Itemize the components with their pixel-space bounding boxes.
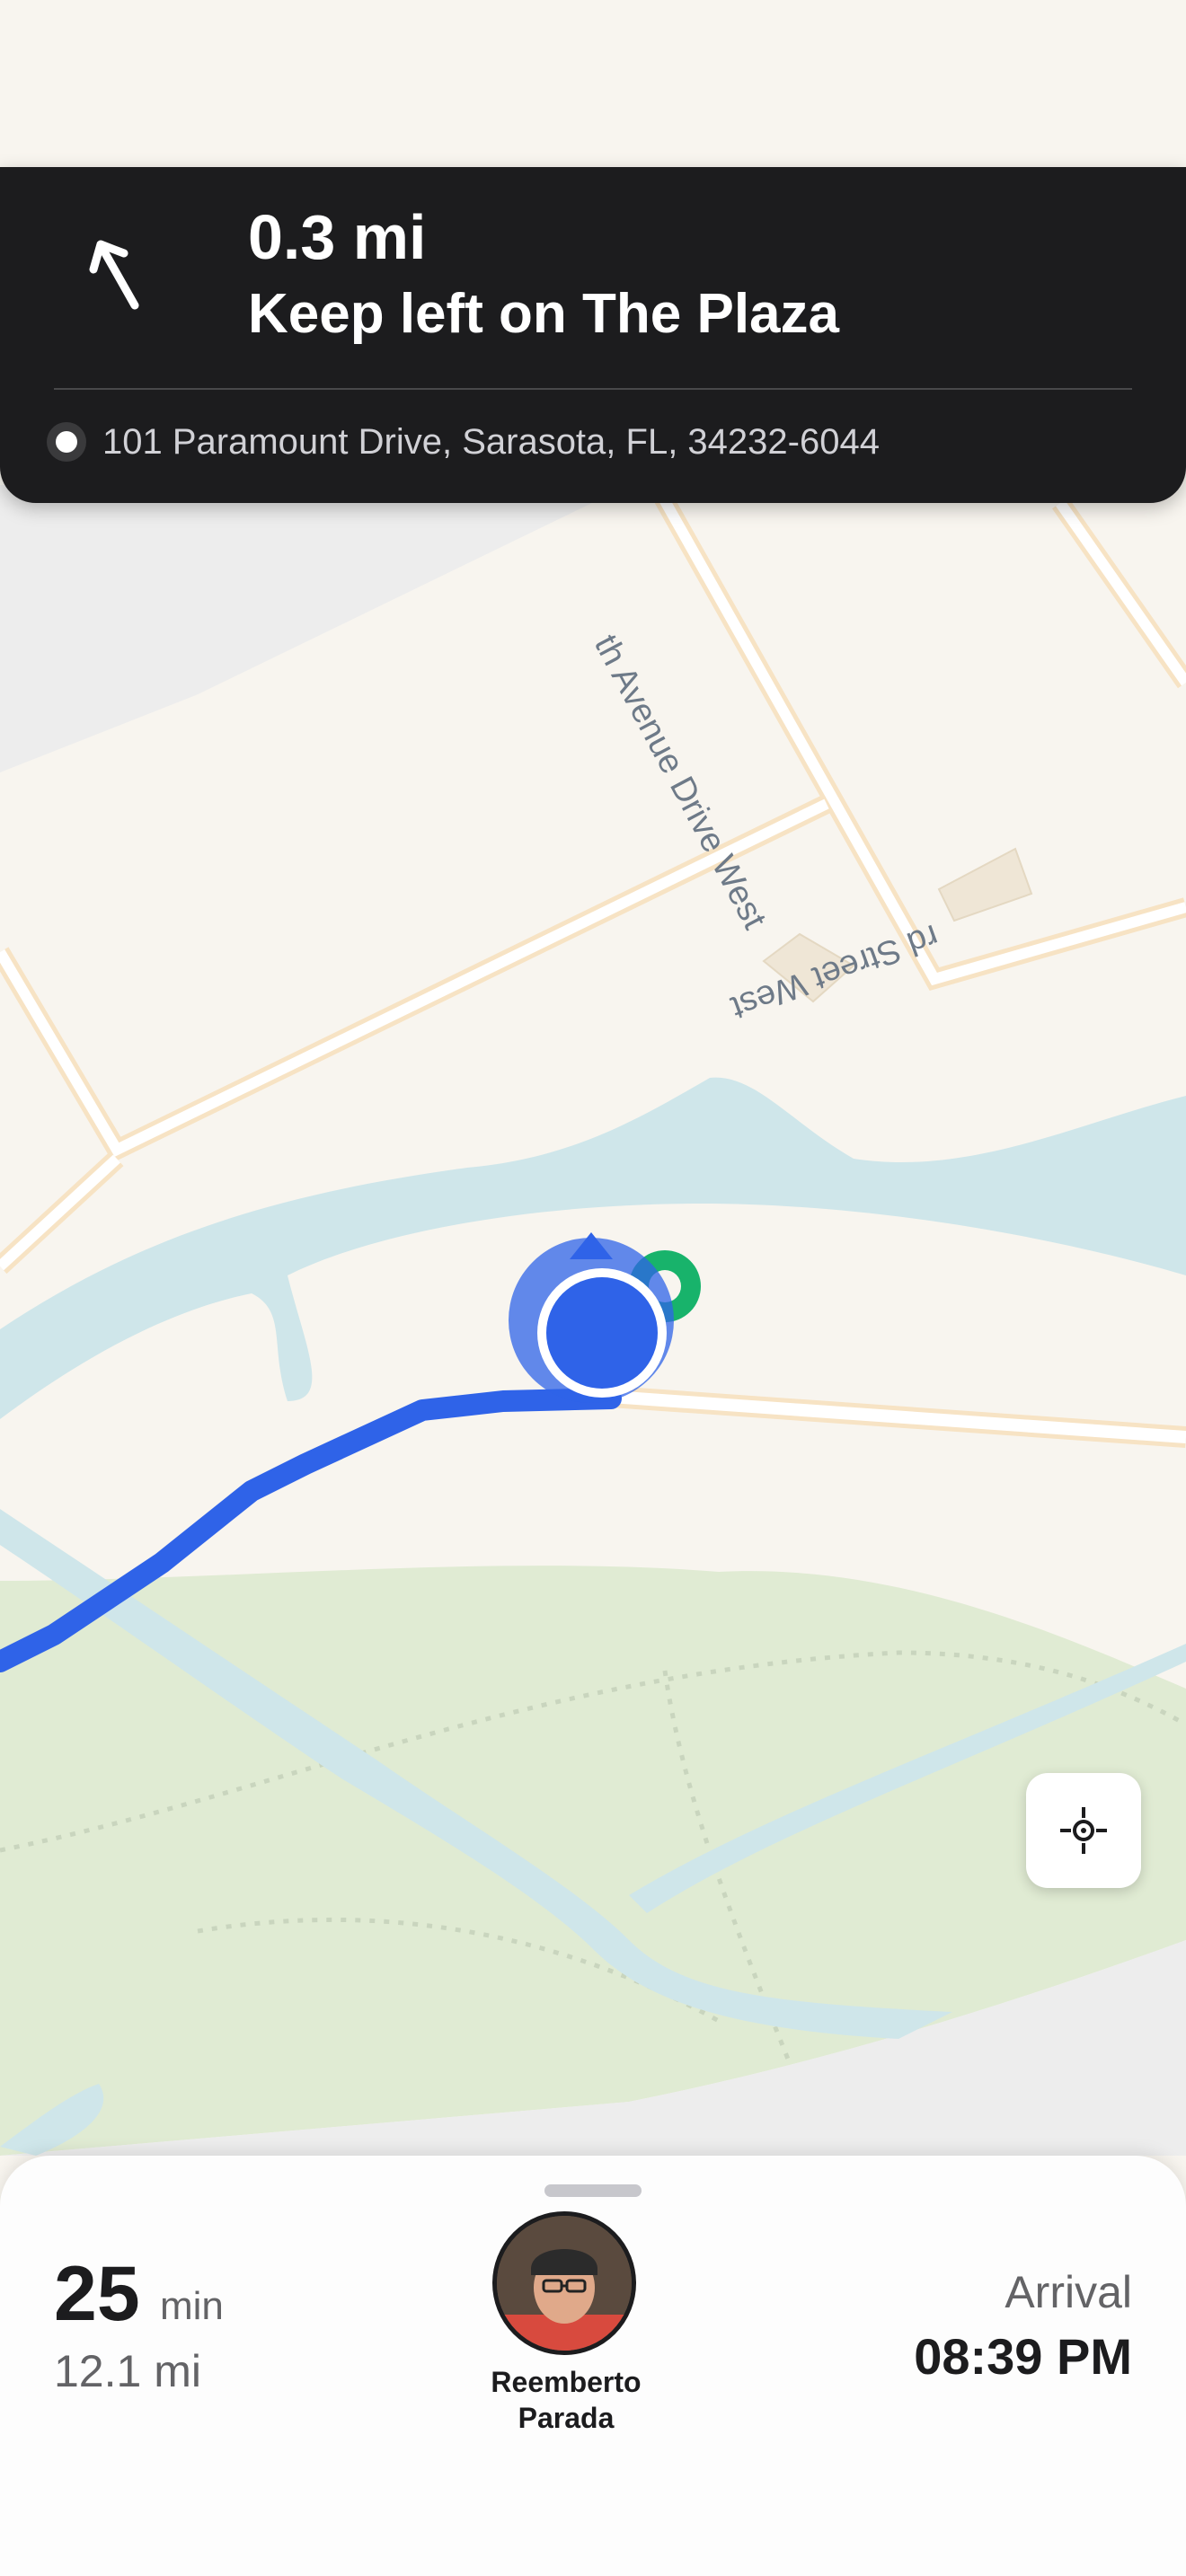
maneuver-instruction: Keep left on The Plaza — [248, 283, 840, 345]
driver-avatar[interactable] — [492, 2211, 636, 2355]
recenter-button[interactable] — [1026, 1773, 1141, 1888]
arrival-time: 08:39 PM — [914, 2328, 1132, 2385]
banner-divider — [54, 388, 1132, 390]
destination-dot-icon — [47, 422, 86, 462]
driver-last-name: Parada — [518, 2402, 615, 2434]
driver-photo — [497, 2216, 632, 2351]
maneuver-distance: 0.3 mi — [248, 202, 427, 272]
sheet-grabber[interactable] — [544, 2184, 642, 2197]
destination-address: 101 Paramount Drive, Sarasota, FL, 34232… — [102, 422, 880, 462]
driver-name: Reemberto Parada — [458, 2364, 674, 2436]
distance-remaining: 12.1 mi — [54, 2346, 201, 2396]
eta-unit: min — [160, 2284, 224, 2328]
driver-first-name: Reemberto — [491, 2366, 642, 2398]
arrival-label: Arrival — [1005, 2267, 1132, 2317]
eta-minutes: 25 — [54, 2251, 140, 2337]
crosshair-icon — [1060, 1807, 1107, 1854]
keep-left-arrow-icon — [86, 239, 151, 311]
